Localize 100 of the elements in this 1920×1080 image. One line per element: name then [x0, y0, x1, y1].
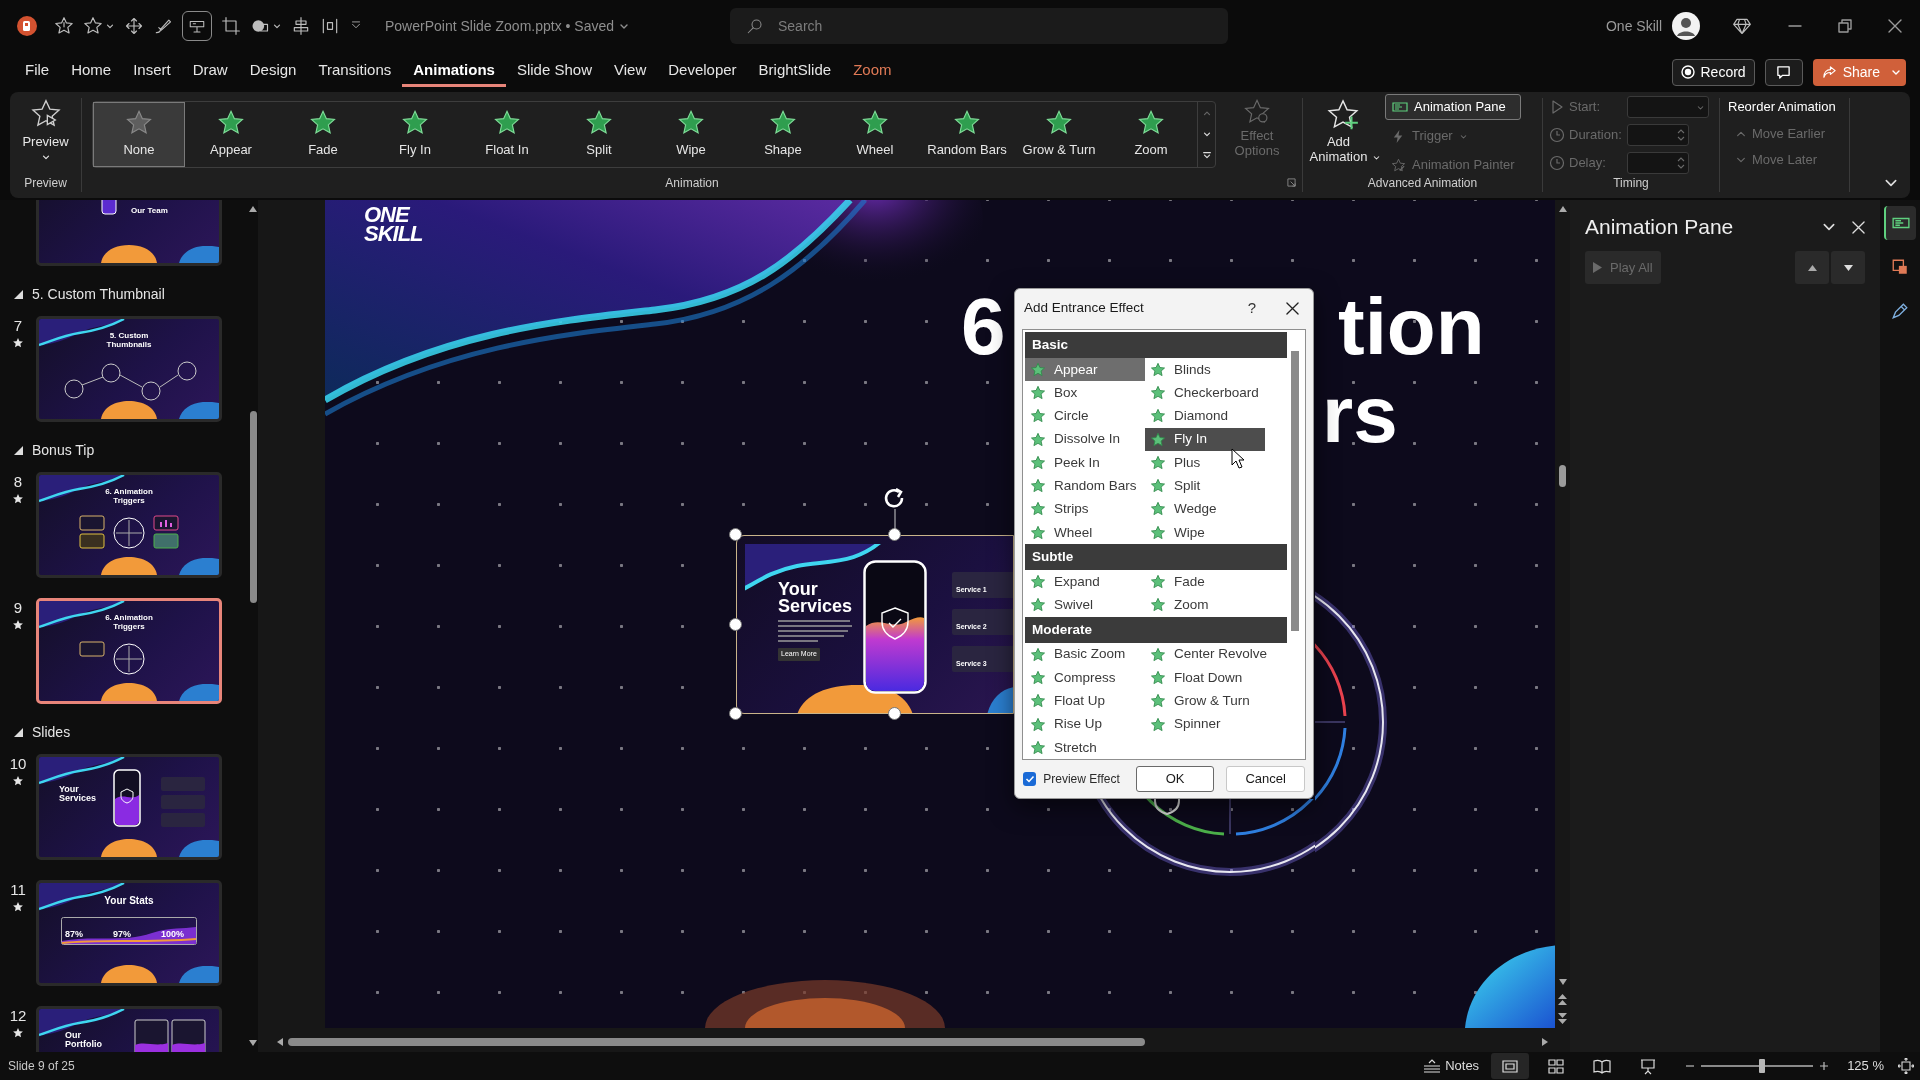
layout-icon[interactable]	[182, 11, 212, 41]
effect-option[interactable]: Zoom	[1145, 593, 1265, 617]
scroll-down-icon[interactable]	[249, 1039, 257, 1047]
animation-option[interactable]: Split	[553, 102, 645, 167]
checkbox[interactable]	[1023, 772, 1037, 786]
animation-option[interactable]: Fade	[277, 102, 369, 167]
slide-thumbnail[interactable]: Our Portfolio	[36, 1006, 222, 1052]
resize-handle[interactable]	[729, 528, 742, 541]
app-logo-icon[interactable]	[16, 15, 38, 37]
move-up-button[interactable]	[1795, 251, 1829, 284]
scroll-right-icon[interactable]	[1541, 1038, 1549, 1046]
effect-option[interactable]: Swivel	[1025, 593, 1145, 617]
animation-option[interactable]: Zoom	[1105, 102, 1197, 167]
restore-icon[interactable]	[1838, 19, 1852, 33]
move-icon[interactable]	[124, 16, 144, 36]
menu-tab[interactable]: Design	[238, 57, 308, 87]
close-icon[interactable]	[1286, 301, 1299, 315]
section-title[interactable]: 5. Custom Thumbnail	[32, 283, 165, 305]
effect-option[interactable]: Appear	[1025, 358, 1145, 382]
comments-button[interactable]	[1764, 58, 1803, 86]
crop-icon[interactable]	[221, 16, 241, 36]
help-button[interactable]: ?	[1247, 296, 1256, 320]
avatar-icon[interactable]	[1672, 12, 1700, 40]
menu-tab[interactable]: Transitions	[307, 57, 403, 87]
notes-button[interactable]: Notes	[1419, 1054, 1484, 1078]
effect-option[interactable]: Float Down	[1145, 666, 1265, 690]
effect-option[interactable]: Fade	[1145, 570, 1265, 594]
effect-option[interactable]: Split	[1145, 474, 1265, 498]
slide-thumbnail[interactable]: 6. Animation Triggers	[36, 472, 222, 578]
ok-button[interactable]: OK	[1135, 766, 1215, 792]
animation-option[interactable]: Fly In	[369, 102, 461, 167]
scroll-down-icon[interactable]	[1558, 978, 1567, 986]
effect-option[interactable]: Wedge	[1145, 497, 1265, 522]
effect-option[interactable]: Expand	[1025, 570, 1145, 594]
scrollbar-thumb[interactable]	[1559, 465, 1566, 487]
scrollbar-thumb[interactable]	[1291, 351, 1300, 631]
add-animation-button[interactable]: Add Animation	[1303, 98, 1383, 164]
distribute-icon[interactable]	[320, 16, 340, 36]
dialog-launcher-icon[interactable]	[1287, 178, 1296, 187]
animation-pane-button[interactable]: Animation Pane	[1385, 94, 1521, 120]
animation-option[interactable]: Random Bars	[921, 102, 1013, 167]
close-icon[interactable]	[1888, 19, 1902, 33]
effect-option[interactable]: Stretch	[1025, 736, 1145, 759]
menu-tab[interactable]: Developer	[657, 57, 748, 87]
effect-option[interactable]: Checkerboard	[1145, 381, 1265, 405]
effect-option[interactable]: Float Up	[1025, 689, 1145, 713]
time-spinner-field[interactable]	[1627, 152, 1689, 174]
effect-option[interactable]: Wipe	[1145, 521, 1265, 545]
menu-tab[interactable]: Animations	[402, 57, 506, 87]
document-title[interactable]: PowerPoint Slide Zoom.pptx • Saved	[385, 15, 615, 37]
align-icon[interactable]	[291, 16, 311, 36]
animation-option[interactable]: Shape	[737, 102, 829, 167]
effect-option[interactable]: Rise Up	[1025, 712, 1145, 737]
fit-slide-icon[interactable]	[1898, 1058, 1914, 1074]
animation-option[interactable]: Wheel	[829, 102, 921, 167]
collapse-triangle-icon[interactable]	[14, 445, 23, 455]
collapse-triangle-icon[interactable]	[14, 289, 23, 299]
slide-thumbnail[interactable]: 6. Animation Triggers	[36, 598, 222, 704]
slide-thumbnail[interactable]: Your Services	[36, 754, 222, 860]
cancel-button[interactable]: Cancel	[1226, 766, 1305, 792]
effect-option[interactable]: Blinds	[1145, 358, 1265, 382]
resize-handle[interactable]	[729, 707, 742, 720]
side-panel-button[interactable]	[1884, 206, 1916, 240]
scroll-up-icon[interactable]	[1558, 205, 1567, 213]
zoom-in-icon[interactable]	[1819, 1061, 1830, 1071]
effect-option[interactable]: Diamond	[1145, 404, 1265, 428]
slide-thumbnail[interactable]: Our Team	[36, 200, 222, 266]
share-button[interactable]: Share	[1812, 58, 1906, 86]
caret-icon[interactable]	[105, 21, 115, 31]
start-dropdown[interactable]	[1627, 96, 1709, 118]
animation-option[interactable]: Wipe	[645, 102, 737, 167]
effect-option[interactable]: Basic Zoom	[1025, 642, 1145, 667]
effect-option[interactable]: Compress	[1025, 666, 1145, 690]
animation-option[interactable]: Appear	[185, 102, 277, 167]
star-icon[interactable]	[54, 16, 74, 36]
effect-option[interactable]: Spinner	[1145, 712, 1265, 737]
checkbox-label[interactable]: Preview Effect	[1043, 770, 1120, 788]
menu-tab[interactable]: File	[14, 57, 61, 87]
effect-option[interactable]: Dissolve In	[1025, 427, 1145, 452]
record-button[interactable]: Record	[1671, 58, 1755, 86]
scroll-left-icon[interactable]	[276, 1038, 284, 1046]
animation-option[interactable]: Float In	[461, 102, 553, 167]
view-button[interactable]	[1491, 1053, 1530, 1079]
menu-tab[interactable]: Draw	[181, 57, 239, 87]
slider-thumb[interactable]	[1758, 1059, 1765, 1073]
effect-option[interactable]: Center Revolve	[1145, 642, 1265, 667]
star-icon[interactable]	[83, 16, 103, 36]
effect-option[interactable]: Strips	[1025, 497, 1145, 522]
next-slide-icon[interactable]	[1558, 1012, 1567, 1024]
effect-option[interactable]: Fly In	[1145, 427, 1265, 452]
effect-option[interactable]: Peek In	[1025, 451, 1145, 475]
zoom-slider[interactable]	[1701, 1059, 1814, 1073]
move-down-button[interactable]	[1831, 251, 1865, 284]
scrollbar-thumb[interactable]	[288, 1038, 1145, 1046]
effect-option[interactable]: Grow & Turn	[1145, 689, 1265, 713]
previous-slide-icon[interactable]	[1558, 994, 1567, 1006]
section-title[interactable]: Slides	[32, 721, 71, 743]
effect-option[interactable]: Random Bars	[1025, 474, 1145, 498]
menu-tab[interactable]: Slide Show	[505, 57, 603, 87]
account-name[interactable]: One Skill	[1605, 15, 1662, 37]
